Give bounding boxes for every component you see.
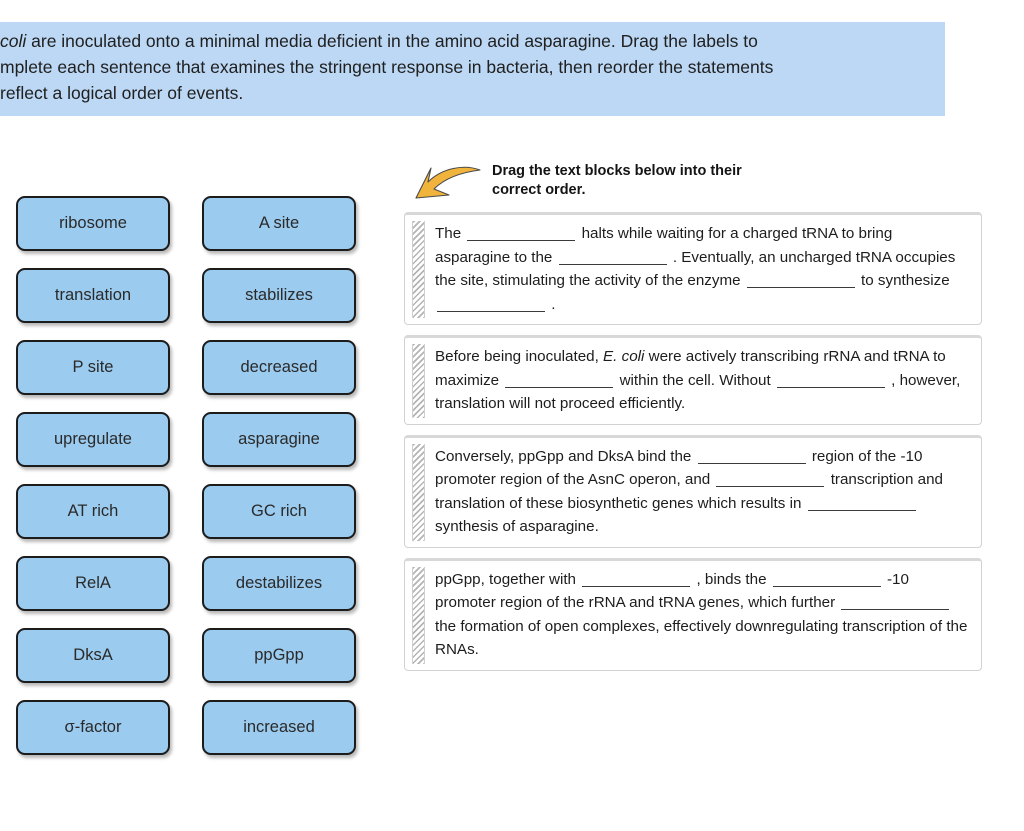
answer-blank-dropzone[interactable] — [807, 509, 916, 511]
label-tile[interactable]: GC rich — [202, 484, 356, 539]
label-tile-row: DksA ppGpp — [16, 628, 356, 683]
answer-blank-dropzone[interactable] — [505, 386, 614, 388]
label-tile[interactable]: asparagine — [202, 412, 356, 467]
block-sentence-text: The halts while waiting for a charged tR… — [435, 222, 971, 316]
label-tile[interactable]: upregulate — [16, 412, 170, 467]
draggable-text-block[interactable]: Before being inoculated, E. coli were ac… — [404, 335, 982, 425]
block-sentence-text: ppGpp, together with , binds the -10 pro… — [435, 568, 971, 662]
sentence-fragment: ppGpp, together with — [435, 570, 581, 588]
answer-blank-dropzone[interactable] — [746, 287, 855, 288]
species-name-italic: E. coli — [603, 348, 645, 365]
sentence-fragment: synthesis of asparagine. — [435, 518, 599, 535]
label-bank: ribosome A site translation stabilizes P sit… — [16, 196, 356, 772]
label-tile-row: P site decreased — [16, 340, 356, 395]
drag-handle-grip-icon[interactable] — [412, 221, 425, 318]
answer-blank-dropzone[interactable] — [437, 310, 545, 312]
draggable-text-block[interactable]: ppGpp, together with , binds the -10 pro… — [404, 557, 982, 671]
label-tile[interactable]: AT rich — [16, 484, 170, 539]
label-tile-row: RelA destabilizes — [16, 556, 356, 611]
label-tile[interactable]: increased — [202, 700, 356, 755]
label-tile[interactable]: P site — [16, 340, 170, 395]
draggable-text-block[interactable]: The halts while waiting for a charged tR… — [404, 212, 982, 325]
draggable-blocks-container: The halts while waiting for a charged tR… — [404, 212, 1024, 671]
drag-handle-grip-icon[interactable] — [412, 566, 425, 664]
label-tile[interactable]: ribosome — [16, 196, 170, 251]
sentence-fragment: The — [435, 225, 466, 242]
label-tile-row: AT rich GC rich — [16, 484, 356, 539]
instruction-italic-coli: coli — [0, 31, 27, 51]
instruction-line-2: mplete each sentence that examines the s… — [0, 57, 774, 77]
instruction-line-1: coli are inoculated onto a minimal media… — [0, 28, 937, 54]
sentence-fragment: to synthesize — [856, 272, 950, 289]
instruction-banner: coli are inoculated onto a minimal media… — [0, 22, 945, 116]
order-panel: Drag the text blocks below into their co… — [404, 158, 1024, 681]
drag-handle-grip-icon[interactable] — [412, 344, 425, 418]
label-tile[interactable]: decreased — [202, 340, 356, 395]
instruction-line-1-rest: are inoculated onto a minimal media defi… — [26, 31, 758, 51]
answer-blank-dropzone[interactable] — [697, 462, 806, 464]
block-sentence-text: Before being inoculated, E. coli were ac… — [435, 345, 971, 416]
answer-blank-dropzone[interactable] — [558, 263, 667, 265]
order-instruction-header: Drag the text blocks below into their co… — [404, 158, 1024, 204]
instruction-line-3: reflect a logical order of events. — [0, 83, 244, 103]
label-tile-row: upregulate asparagine — [16, 412, 356, 467]
answer-blank-dropzone[interactable] — [841, 609, 950, 610]
order-header-line-2: correct order. — [492, 181, 586, 198]
label-tile[interactable]: σ-factor — [16, 700, 170, 755]
answer-blank-dropzone[interactable] — [582, 585, 691, 587]
answer-blank-dropzone[interactable] — [716, 486, 825, 487]
label-tile[interactable]: stabilizes — [202, 268, 356, 323]
sentence-fragment: Before being inoculated, — [435, 348, 604, 365]
label-tile[interactable]: A site — [202, 196, 356, 251]
sentence-fragment: , binds the — [692, 570, 771, 588]
label-tile[interactable]: DksA — [16, 628, 170, 683]
label-tile[interactable]: ppGpp — [202, 628, 356, 683]
sentence-fragment: . — [547, 295, 556, 313]
label-tile[interactable]: translation — [16, 268, 170, 323]
curved-arrow-down-left-icon — [415, 166, 481, 199]
answer-blank-dropzone[interactable] — [776, 386, 885, 388]
sentence-fragment: the formation of open complexes, effecti… — [435, 617, 968, 659]
answer-blank-dropzone[interactable] — [772, 585, 881, 587]
order-header-line-1: Drag the text blocks below into their — [492, 163, 742, 179]
label-tile[interactable]: destabilizes — [202, 556, 356, 611]
label-tile-row: ribosome A site — [16, 196, 356, 251]
answer-blank-dropzone[interactable] — [467, 240, 576, 241]
label-tile[interactable]: RelA — [16, 556, 170, 611]
block-sentence-text: Conversely, ppGpp and DksA bind the regi… — [435, 445, 971, 539]
label-tile-row: σ-factor increased — [16, 700, 356, 755]
sentence-fragment: within the cell. Without — [615, 371, 775, 389]
draggable-text-block[interactable]: Conversely, ppGpp and DksA bind the regi… — [404, 434, 982, 548]
label-tile-row: translation stabilizes — [16, 268, 356, 323]
sentence-fragment: Conversely, ppGpp and DksA bind the — [435, 447, 696, 465]
drag-handle-grip-icon[interactable] — [412, 443, 425, 541]
